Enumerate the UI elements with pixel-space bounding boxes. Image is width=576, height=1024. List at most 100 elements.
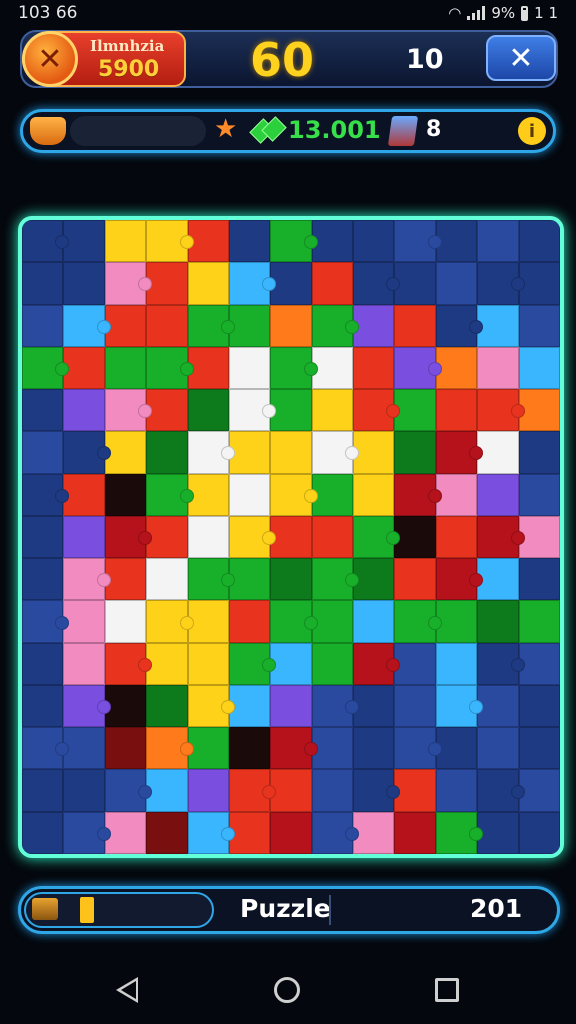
puzzle-piece[interactable] bbox=[518, 727, 560, 770]
puzzle-piece[interactable] bbox=[22, 600, 70, 643]
puzzle-piece[interactable] bbox=[187, 811, 236, 854]
puzzle-piece[interactable] bbox=[353, 727, 395, 770]
puzzle-piece[interactable] bbox=[394, 262, 436, 305]
puzzle-piece[interactable] bbox=[518, 558, 560, 601]
puzzle-piece[interactable] bbox=[270, 515, 312, 559]
puzzle-piece[interactable] bbox=[477, 558, 519, 601]
puzzle-piece[interactable] bbox=[228, 431, 271, 474]
puzzle-piece[interactable] bbox=[146, 473, 194, 516]
puzzle-piece[interactable] bbox=[228, 600, 271, 643]
puzzle-piece[interactable] bbox=[228, 346, 271, 390]
puzzle-piece[interactable] bbox=[228, 473, 271, 516]
puzzle-piece[interactable] bbox=[63, 220, 105, 263]
puzzle-piece[interactable] bbox=[435, 642, 478, 685]
puzzle-piece[interactable] bbox=[311, 431, 360, 474]
puzzle-piece[interactable] bbox=[518, 389, 560, 432]
puzzle-piece[interactable] bbox=[63, 642, 105, 685]
puzzle-piece[interactable] bbox=[518, 515, 560, 559]
puzzle-piece[interactable] bbox=[353, 220, 395, 263]
puzzle-piece[interactable] bbox=[270, 346, 319, 390]
puzzle-piece[interactable] bbox=[435, 262, 478, 305]
puzzle-piece[interactable] bbox=[187, 346, 229, 390]
puzzle-piece[interactable] bbox=[22, 811, 64, 854]
puzzle-piece[interactable] bbox=[353, 304, 395, 347]
home-icon[interactable] bbox=[274, 977, 300, 1003]
puzzle-piece[interactable] bbox=[104, 220, 147, 263]
puzzle-piece[interactable] bbox=[477, 431, 519, 474]
puzzle-piece[interactable] bbox=[146, 431, 188, 474]
puzzle-piece[interactable] bbox=[518, 473, 560, 516]
puzzle-piece[interactable] bbox=[518, 346, 560, 390]
puzzle-piece[interactable] bbox=[146, 684, 188, 728]
puzzle-piece[interactable] bbox=[311, 727, 354, 770]
puzzle-piece[interactable] bbox=[22, 262, 64, 305]
puzzle-piece[interactable] bbox=[311, 769, 354, 812]
puzzle-piece[interactable] bbox=[228, 684, 271, 728]
puzzle-piece[interactable] bbox=[518, 600, 560, 643]
puzzle-piece[interactable] bbox=[270, 262, 312, 305]
puzzle-piece[interactable] bbox=[187, 389, 229, 432]
puzzle-piece[interactable] bbox=[353, 262, 401, 305]
puzzle-piece[interactable] bbox=[22, 558, 64, 601]
puzzle-piece[interactable] bbox=[353, 389, 401, 432]
puzzle-piece[interactable] bbox=[187, 558, 236, 601]
puzzle-piece[interactable] bbox=[22, 684, 64, 728]
puzzle-piece[interactable] bbox=[228, 304, 271, 347]
puzzle-piece[interactable] bbox=[477, 600, 519, 643]
puzzle-piece[interactable] bbox=[146, 600, 194, 643]
puzzle-piece[interactable] bbox=[435, 304, 484, 347]
puzzle-piece[interactable] bbox=[63, 558, 112, 601]
puzzle-piece[interactable] bbox=[394, 769, 436, 812]
puzzle-piece[interactable] bbox=[477, 811, 519, 854]
puzzle-piece[interactable] bbox=[270, 304, 312, 347]
puzzle-piece[interactable] bbox=[270, 769, 312, 812]
puzzle-piece[interactable] bbox=[228, 727, 271, 770]
puzzle-piece[interactable] bbox=[311, 262, 354, 305]
puzzle-piece[interactable] bbox=[435, 389, 478, 432]
puzzle-piece[interactable] bbox=[104, 515, 153, 559]
puzzle-piece[interactable] bbox=[146, 642, 188, 685]
puzzle-piece[interactable] bbox=[104, 473, 147, 516]
puzzle-piece[interactable] bbox=[353, 769, 401, 812]
puzzle-piece[interactable] bbox=[187, 304, 236, 347]
puzzle-piece[interactable] bbox=[311, 346, 354, 390]
puzzle-piece[interactable] bbox=[63, 262, 105, 305]
puzzle-piece[interactable] bbox=[270, 558, 312, 601]
puzzle-piece[interactable] bbox=[477, 220, 519, 263]
puzzle-piece[interactable] bbox=[63, 473, 105, 516]
puzzle-piece[interactable] bbox=[394, 684, 436, 728]
puzzle-piece[interactable] bbox=[228, 515, 277, 559]
puzzle-piece[interactable] bbox=[63, 304, 112, 347]
puzzle-piece[interactable] bbox=[311, 600, 354, 643]
puzzle-piece[interactable] bbox=[63, 389, 105, 432]
puzzle-piece[interactable] bbox=[311, 220, 354, 263]
puzzle-piece[interactable] bbox=[518, 220, 560, 263]
puzzle-piece[interactable] bbox=[228, 262, 277, 305]
puzzle-piece[interactable] bbox=[518, 304, 560, 347]
puzzle-piece[interactable] bbox=[146, 389, 188, 432]
puzzle-piece[interactable] bbox=[353, 558, 395, 601]
coin-info-button[interactable]: i bbox=[518, 117, 546, 145]
puzzle-piece[interactable] bbox=[518, 769, 560, 812]
puzzle-piece[interactable] bbox=[435, 727, 478, 770]
puzzle-piece[interactable] bbox=[394, 811, 436, 854]
puzzle-piece[interactable] bbox=[104, 727, 147, 770]
puzzle-piece[interactable] bbox=[477, 346, 519, 390]
puzzle-piece[interactable] bbox=[104, 811, 147, 854]
puzzle-piece[interactable] bbox=[311, 811, 360, 854]
puzzle-piece[interactable] bbox=[394, 600, 443, 643]
puzzle-piece[interactable] bbox=[353, 600, 395, 643]
puzzle-piece[interactable] bbox=[104, 389, 153, 432]
puzzle-piece[interactable] bbox=[22, 389, 64, 432]
puzzle-piece[interactable] bbox=[477, 684, 519, 728]
puzzle-piece[interactable] bbox=[477, 304, 519, 347]
puzzle-piece[interactable] bbox=[518, 642, 560, 685]
puzzle-piece[interactable] bbox=[146, 346, 194, 390]
close-button[interactable]: ✕ bbox=[486, 35, 556, 81]
puzzle-piece[interactable] bbox=[270, 389, 312, 432]
puzzle-piece[interactable] bbox=[22, 642, 64, 685]
puzzle-piece[interactable] bbox=[63, 769, 105, 812]
puzzle-piece[interactable] bbox=[518, 431, 560, 474]
puzzle-piece[interactable] bbox=[394, 642, 436, 685]
puzzle-piece[interactable] bbox=[477, 515, 526, 559]
